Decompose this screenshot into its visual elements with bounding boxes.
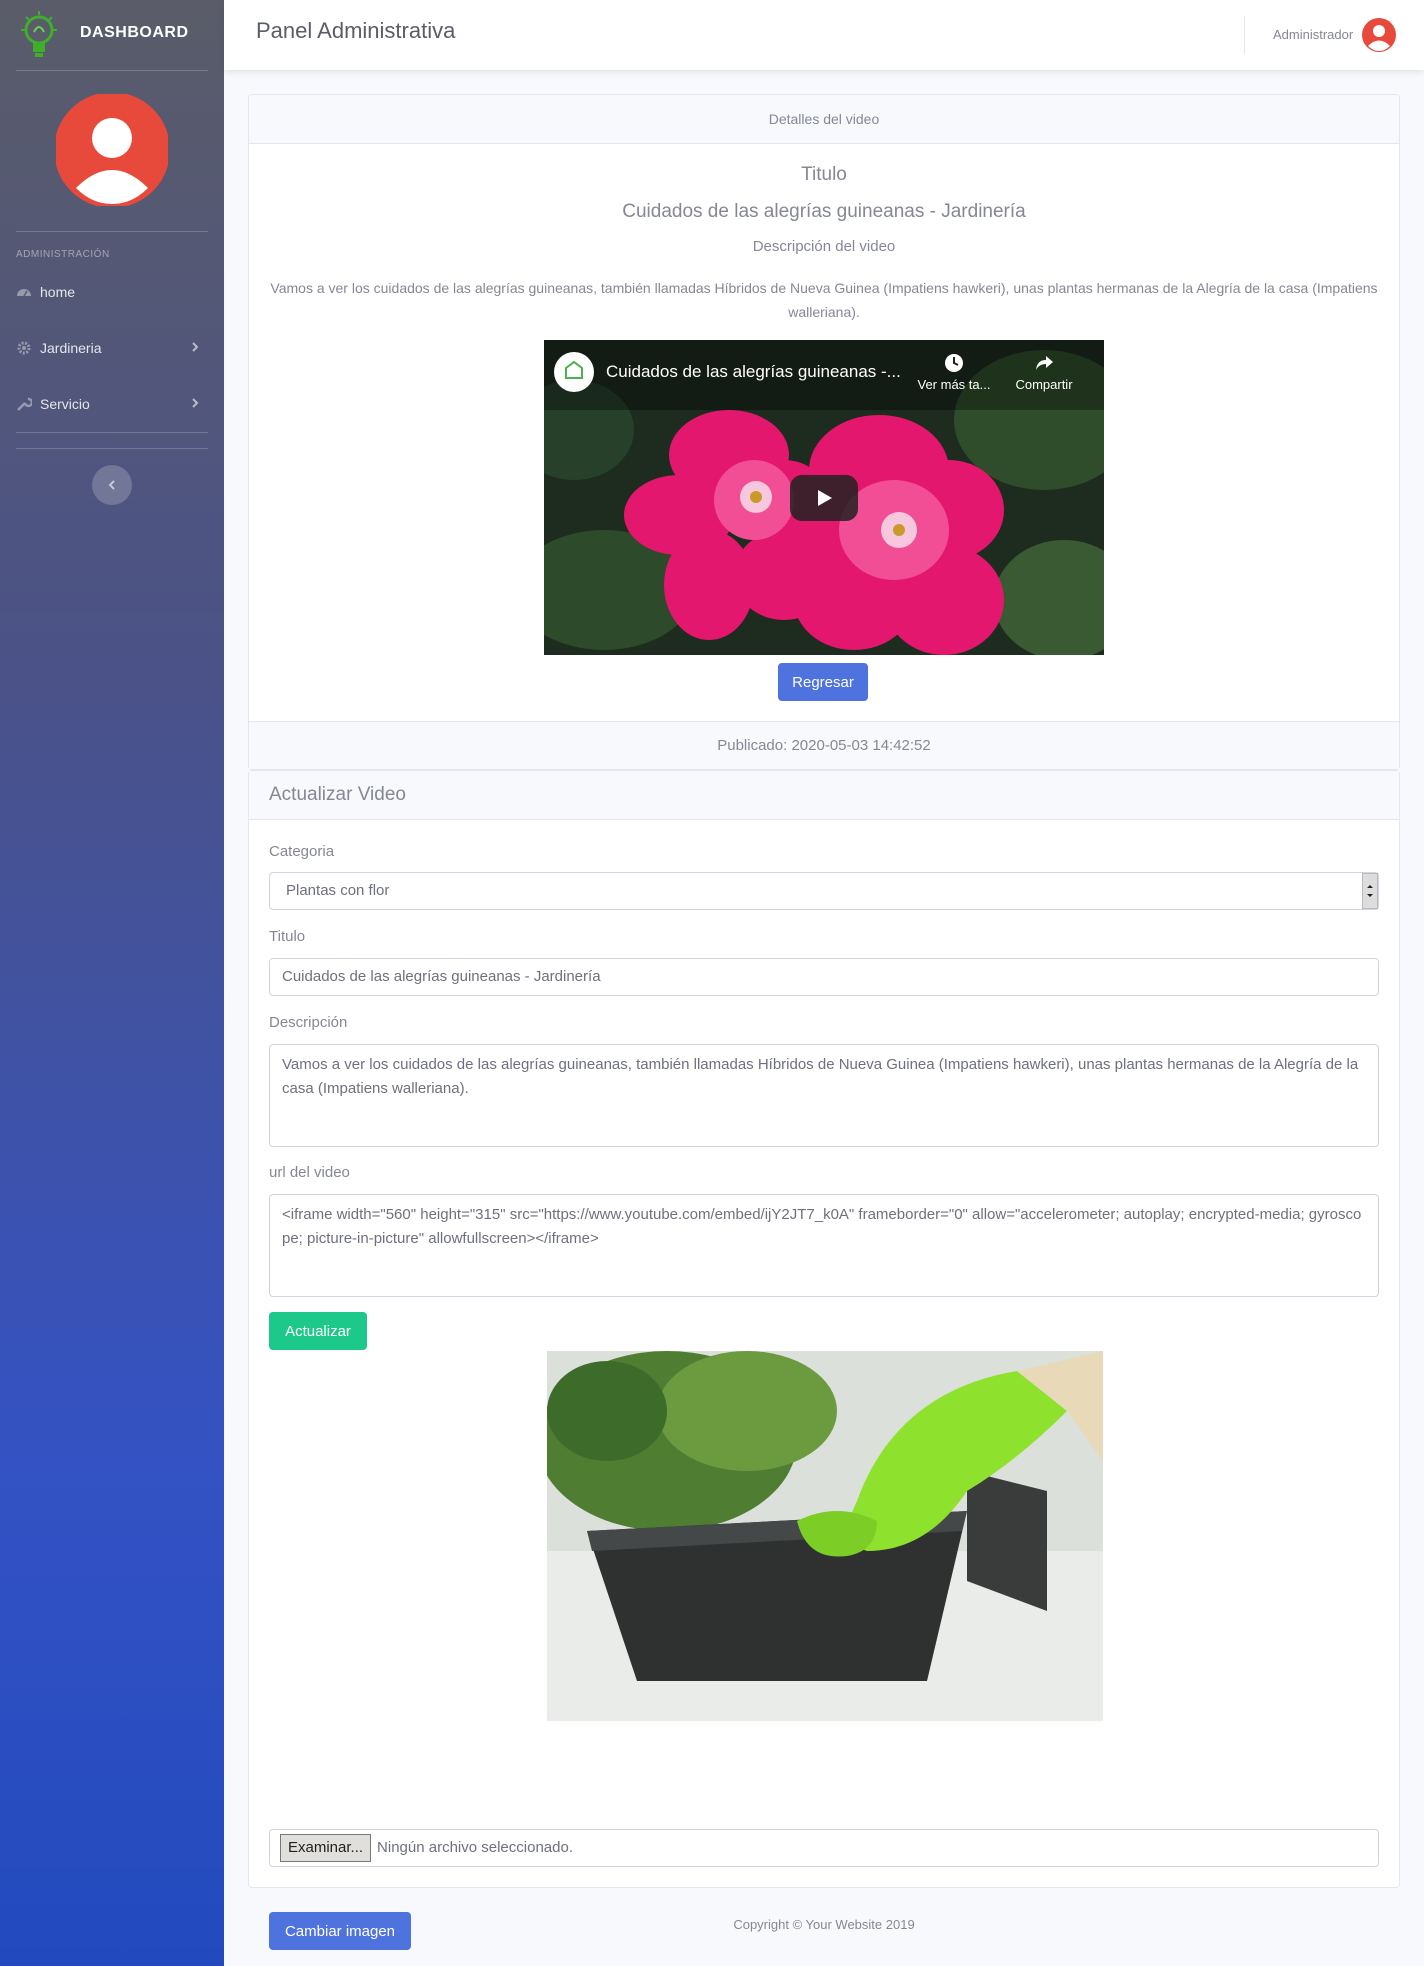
video-details-card: Detalles del video Titulo Cuidados de la… [248, 94, 1400, 770]
sidebar-heading: ADMINISTRACIÓN [16, 249, 110, 260]
title-label: Titulo [801, 164, 847, 185]
sidebar-divider [16, 70, 208, 71]
sidebar-divider [16, 231, 208, 232]
sidebar-divider [16, 432, 208, 433]
description-label: Descripción del video [752, 238, 896, 255]
sidebar-divider [16, 448, 208, 449]
chevron-left-icon [108, 480, 115, 490]
lightbulb-logo-icon [21, 11, 57, 57]
share-icon [1036, 356, 1053, 370]
video-player-title[interactable]: Cuidados de las alegrías guineanas -... [606, 362, 901, 382]
share-label: Compartir [1015, 377, 1073, 392]
card-header: Actualizar Video [249, 771, 1399, 820]
brand-text: DASHBOARD [80, 24, 189, 41]
video-player[interactable]: Cuidados de las alegrías guineanas -... … [544, 340, 1104, 655]
watch-later-button[interactable]: Ver más ta... [914, 352, 994, 392]
user-name[interactable]: Administrador [1273, 27, 1353, 42]
topbar: Panel Administrativa Administrador [224, 0, 1424, 70]
description-textarea[interactable]: Vamos a ver los cuidados de las alegrías… [269, 1044, 1379, 1147]
update-video-card: Actualizar Video Categoria Plantas con f… [248, 770, 1400, 1950]
title-input[interactable]: Cuidados de las alegrías guineanas - Jar… [269, 958, 1379, 996]
video-description: Vamos a ver los cuidados de las alegrías… [270, 280, 1378, 320]
garden-image [547, 1351, 1103, 1721]
wrench-icon [17, 397, 32, 411]
topbar-divider [1244, 16, 1245, 54]
play-button[interactable] [790, 475, 858, 521]
published-footer: Publicado: 2020-05-03 14:42:52 [249, 721, 1399, 769]
card-header: Detalles del video [249, 95, 1399, 144]
sidebar-brand[interactable]: DASHBOARD [0, 0, 224, 70]
file-input[interactable]: Examinar... Ningún archivo seleccionado. [269, 1829, 1379, 1867]
chevron-right-icon [192, 398, 199, 408]
play-icon [818, 490, 832, 506]
sidebar-toggle-button[interactable] [92, 465, 132, 505]
gear-icon [17, 341, 31, 355]
back-button[interactable]: Regresar [778, 663, 868, 701]
description-label: Descripción [269, 1014, 348, 1031]
url-label: url del video [269, 1164, 350, 1181]
channel-logo-icon[interactable] [554, 352, 594, 392]
sidebar-item-servicio[interactable]: Servicio [16, 389, 208, 419]
title-label: Titulo [269, 928, 306, 945]
select-arrows-icon [1362, 873, 1378, 909]
sidebar-item-home[interactable]: home [16, 277, 208, 307]
category-selected-value: Plantas con flor [286, 882, 390, 899]
user-avatar-icon[interactable] [1362, 18, 1396, 52]
category-select[interactable]: Plantas con flor [269, 872, 1379, 910]
share-button[interactable]: Compartir [1004, 352, 1084, 392]
sidebar-item-label: home [40, 284, 76, 300]
user-avatar-large-icon [56, 94, 168, 206]
video-image [547, 1351, 1103, 1721]
update-button[interactable]: Actualizar [269, 1312, 367, 1350]
dashboard-icon [17, 289, 31, 297]
sidebar-item-jardineria[interactable]: Jardineria [16, 333, 208, 363]
category-label: Categoria [269, 843, 335, 860]
footer-copyright: Copyright © Your Website 2019 [733, 1917, 915, 1932]
sidebar: DASHBOARD ADMINISTRACIÓN home Jardineria… [0, 0, 224, 1966]
chevron-right-icon [192, 342, 199, 352]
sidebar-item-label: Jardineria [40, 340, 102, 356]
sidebar-item-label: Servicio [40, 396, 90, 412]
watch-later-label: Ver más ta... [917, 377, 991, 392]
video-title: Cuidados de las alegrías guineanas - Jar… [622, 201, 1026, 222]
page-title: Panel Administrativa [256, 18, 456, 43]
browse-button[interactable]: Examinar... [280, 1834, 372, 1862]
file-status: Ningún archivo seleccionado. [377, 1839, 573, 1856]
clock-icon [945, 354, 963, 372]
url-textarea[interactable]: <iframe width="560" height="315" src="ht… [269, 1194, 1379, 1297]
